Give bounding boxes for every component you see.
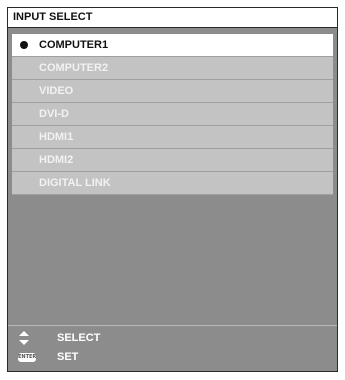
input-item-label: VIDEO [39, 85, 74, 97]
selected-dot-icon [20, 41, 28, 49]
input-item-label: COMPUTER1 [39, 39, 109, 51]
input-item-hdmi1[interactable]: HDMI1 [12, 126, 333, 149]
key-guide: SELECT ENTER SET [8, 325, 337, 371]
menu-title: INPUT SELECT [8, 8, 337, 28]
up-down-arrows-icon [19, 331, 29, 345]
input-list: COMPUTER1 COMPUTER2 VIDEO DVI-D HDMI1 HD… [12, 34, 333, 195]
input-item-video[interactable]: VIDEO [12, 80, 333, 103]
set-hint: ENTER SET [8, 347, 337, 367]
select-hint-label: SELECT [57, 332, 101, 344]
input-item-hdmi2[interactable]: HDMI2 [12, 149, 333, 172]
input-item-label: HDMI1 [39, 131, 74, 143]
input-item-label: DVI-D [39, 108, 69, 120]
input-item-digital-link[interactable]: DIGITAL LINK [12, 172, 333, 195]
input-item-dvi-d[interactable]: DVI-D [12, 103, 333, 126]
input-item-label: HDMI2 [39, 154, 74, 166]
input-item-label: DIGITAL LINK [39, 177, 111, 189]
input-item-computer1[interactable]: COMPUTER1 [12, 34, 333, 57]
enter-button-icon: ENTER [18, 353, 37, 362]
input-item-label: COMPUTER2 [39, 62, 109, 74]
set-hint-label: SET [57, 351, 79, 363]
input-select-menu: INPUT SELECT COMPUTER1 COMPUTER2 VIDEO D… [7, 7, 338, 372]
select-hint: SELECT [8, 328, 337, 348]
input-item-computer2[interactable]: COMPUTER2 [12, 57, 333, 80]
